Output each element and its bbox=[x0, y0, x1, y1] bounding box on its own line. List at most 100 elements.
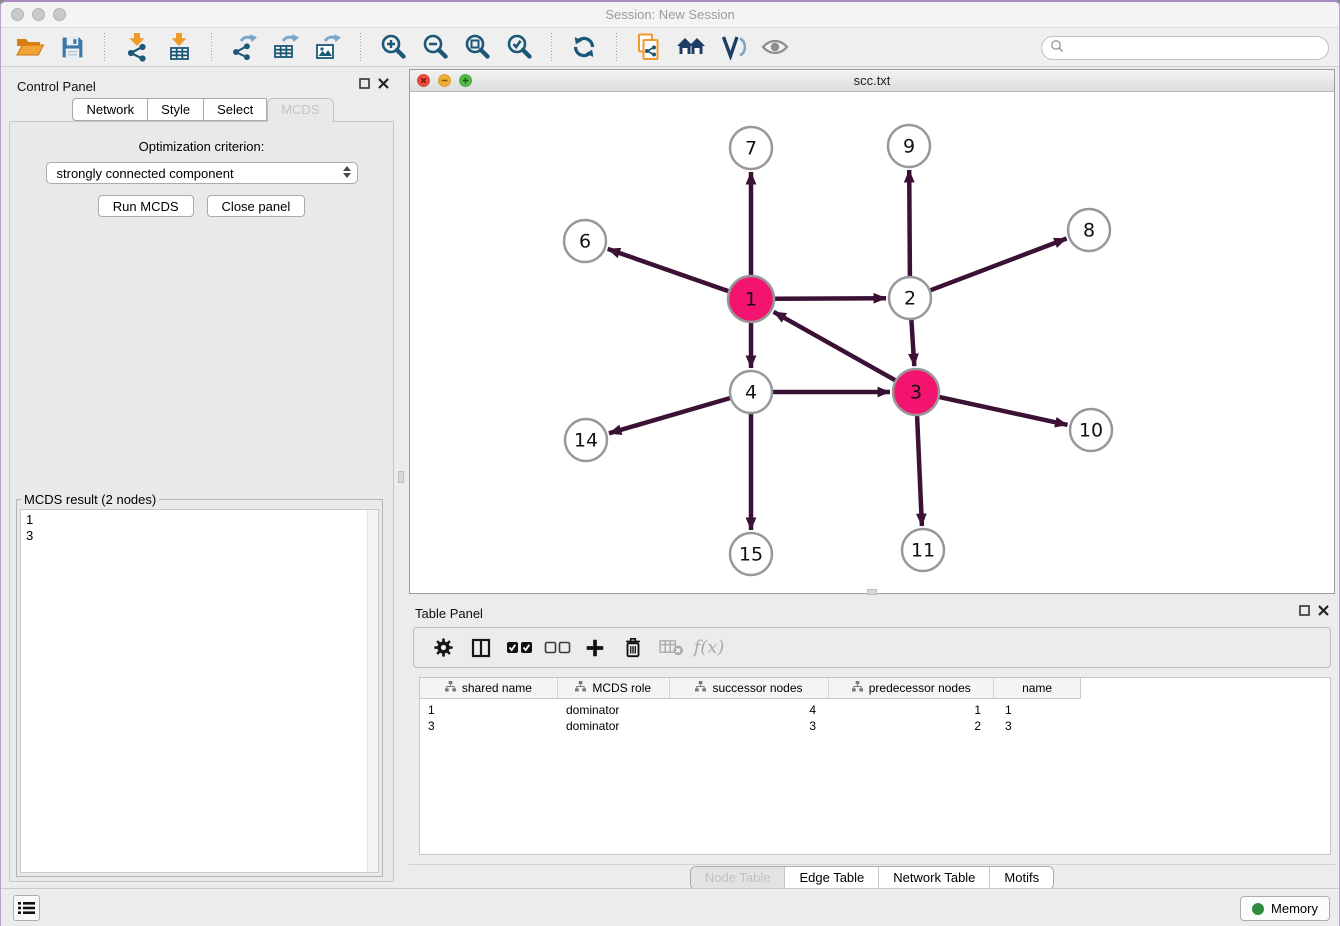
column-header-MCDS-role[interactable]: MCDS role bbox=[558, 678, 670, 698]
home-icon[interactable] bbox=[674, 31, 708, 63]
graph-node-9[interactable]: 9 bbox=[888, 125, 930, 167]
tab-motifs[interactable]: Motifs bbox=[989, 867, 1053, 889]
tab-mcds[interactable]: MCDS bbox=[267, 98, 333, 122]
graph-node-14[interactable]: 14 bbox=[565, 419, 607, 461]
column-header-name[interactable]: name bbox=[994, 678, 1080, 698]
memory-button[interactable]: Memory bbox=[1240, 896, 1330, 921]
export-table-icon[interactable] bbox=[269, 31, 303, 63]
clone-network-icon[interactable] bbox=[632, 31, 666, 63]
table-row[interactable]: 3dominator323 bbox=[420, 718, 1330, 734]
minimize-network-icon[interactable] bbox=[438, 74, 451, 87]
zoom-out-icon[interactable] bbox=[418, 31, 452, 63]
gear-icon[interactable] bbox=[424, 631, 462, 665]
refresh-icon[interactable] bbox=[567, 31, 601, 63]
graph-edge-2-9[interactable] bbox=[909, 170, 910, 276]
mcds-panel: Optimization criterion: strongly connect… bbox=[9, 121, 394, 882]
export-image-icon[interactable] bbox=[311, 31, 345, 63]
import-network-icon[interactable] bbox=[120, 31, 154, 63]
table-panel-controls bbox=[1299, 605, 1329, 616]
search-icon bbox=[1050, 39, 1064, 58]
graph-node-11[interactable]: 11 bbox=[902, 529, 944, 571]
table-row[interactable]: 1dominator411 bbox=[420, 702, 1330, 718]
svg-text:11: 11 bbox=[911, 540, 935, 562]
table-cell: 1 bbox=[995, 703, 1081, 717]
close-panel-icon[interactable] bbox=[378, 78, 389, 89]
canvas-splitter-grip[interactable] bbox=[867, 589, 877, 595]
window-title: Session: New Session bbox=[1, 2, 1339, 27]
graph-node-8[interactable]: 8 bbox=[1068, 209, 1110, 251]
search-box[interactable] bbox=[1041, 36, 1329, 60]
tab-node-table[interactable]: Node Table bbox=[691, 867, 785, 889]
mcds-result-text[interactable]: 13 bbox=[20, 509, 379, 873]
vizmapper-icon[interactable] bbox=[716, 31, 750, 63]
table-cell: 2 bbox=[830, 719, 995, 733]
control-panel-controls bbox=[359, 78, 389, 89]
run-mcds-button[interactable]: Run MCDS bbox=[98, 195, 194, 217]
graph-node-2[interactable]: 2 bbox=[889, 277, 931, 319]
table-cell: 3 bbox=[670, 719, 830, 733]
column-header-shared-name[interactable]: shared name bbox=[420, 678, 558, 698]
graph-node-7[interactable]: 7 bbox=[730, 127, 772, 169]
svg-text:7: 7 bbox=[745, 138, 757, 160]
control-panel-title: Control Panel bbox=[17, 79, 96, 94]
graph-edge-3-10[interactable] bbox=[940, 397, 1068, 425]
table-cell: 1 bbox=[830, 703, 995, 717]
graph-node-10[interactable]: 10 bbox=[1070, 409, 1112, 451]
zoom-in-icon[interactable] bbox=[376, 31, 410, 63]
graph-edge-2-3[interactable] bbox=[911, 320, 914, 366]
column-header-successor-nodes[interactable]: successor nodes bbox=[670, 678, 830, 698]
column-header-predecessor-nodes[interactable]: predecessor nodes bbox=[829, 678, 994, 698]
export-network-icon[interactable] bbox=[227, 31, 261, 63]
deselect-all-icon[interactable] bbox=[538, 631, 576, 665]
import-table-icon[interactable] bbox=[162, 31, 196, 63]
graph-edge-3-1[interactable] bbox=[774, 312, 896, 380]
graph-edge-1-6[interactable] bbox=[608, 249, 729, 291]
maximize-window-icon[interactable] bbox=[53, 8, 66, 21]
delete-icon[interactable] bbox=[614, 631, 652, 665]
network-canvas[interactable]: 7 9 6 8 1 2 4 3 14 10 15 11 bbox=[410, 92, 1334, 592]
close-window-icon[interactable] bbox=[11, 8, 24, 21]
column-header-label: MCDS role bbox=[592, 681, 651, 695]
close-panel-button[interactable]: Close panel bbox=[207, 195, 306, 217]
minimize-window-icon[interactable] bbox=[32, 8, 45, 21]
network-graph[interactable]: 7 9 6 8 1 2 4 3 14 10 15 11 bbox=[410, 92, 1334, 592]
panel-splitter-grip[interactable] bbox=[398, 471, 404, 483]
columns-icon[interactable] bbox=[462, 631, 500, 665]
graph-node-1[interactable]: 1 bbox=[728, 276, 774, 322]
memory-label: Memory bbox=[1271, 901, 1318, 916]
float-table-panel-icon[interactable] bbox=[1299, 605, 1310, 616]
tab-network[interactable]: Network bbox=[72, 98, 148, 121]
show-graphics-icon[interactable] bbox=[758, 31, 792, 63]
close-table-panel-icon[interactable] bbox=[1318, 605, 1329, 616]
close-network-icon[interactable] bbox=[417, 74, 430, 87]
add-icon[interactable] bbox=[576, 631, 614, 665]
tab-edge-table[interactable]: Edge Table bbox=[784, 867, 878, 889]
graph-node-15[interactable]: 15 bbox=[730, 533, 772, 575]
tab-select[interactable]: Select bbox=[204, 98, 267, 121]
tab-style[interactable]: Style bbox=[148, 98, 204, 121]
save-session-icon[interactable] bbox=[55, 31, 89, 63]
graph-edge-2-8[interactable] bbox=[931, 239, 1067, 291]
tab-network-table[interactable]: Network Table bbox=[878, 867, 989, 889]
graph-node-4[interactable]: 4 bbox=[730, 371, 772, 413]
graph-node-6[interactable]: 6 bbox=[564, 220, 606, 262]
result-scrollbar[interactable] bbox=[367, 510, 378, 872]
open-session-icon[interactable] bbox=[13, 31, 47, 63]
graph-node-3[interactable]: 3 bbox=[893, 369, 939, 415]
graph-edge-4-14[interactable] bbox=[609, 398, 730, 433]
optimization-criterion-label: Optimization criterion: bbox=[10, 139, 393, 154]
graph-edge-3-11[interactable] bbox=[917, 416, 922, 526]
optimization-criterion-select[interactable]: strongly connected component bbox=[46, 162, 358, 184]
select-all-icon[interactable] bbox=[500, 631, 538, 665]
task-history-button[interactable] bbox=[13, 895, 40, 921]
window-titlebar: Session: New Session bbox=[1, 2, 1339, 28]
graph-edge-1-2[interactable] bbox=[775, 298, 886, 299]
table-cell: 1 bbox=[420, 703, 558, 717]
search-input[interactable] bbox=[1069, 41, 1320, 56]
float-panel-icon[interactable] bbox=[359, 78, 370, 89]
zoom-fit-icon[interactable] bbox=[460, 31, 494, 63]
zoom-selected-icon[interactable] bbox=[502, 31, 536, 63]
toolbar-separator bbox=[360, 33, 361, 61]
zoom-network-icon[interactable] bbox=[459, 74, 472, 87]
svg-text:8: 8 bbox=[1083, 220, 1095, 242]
